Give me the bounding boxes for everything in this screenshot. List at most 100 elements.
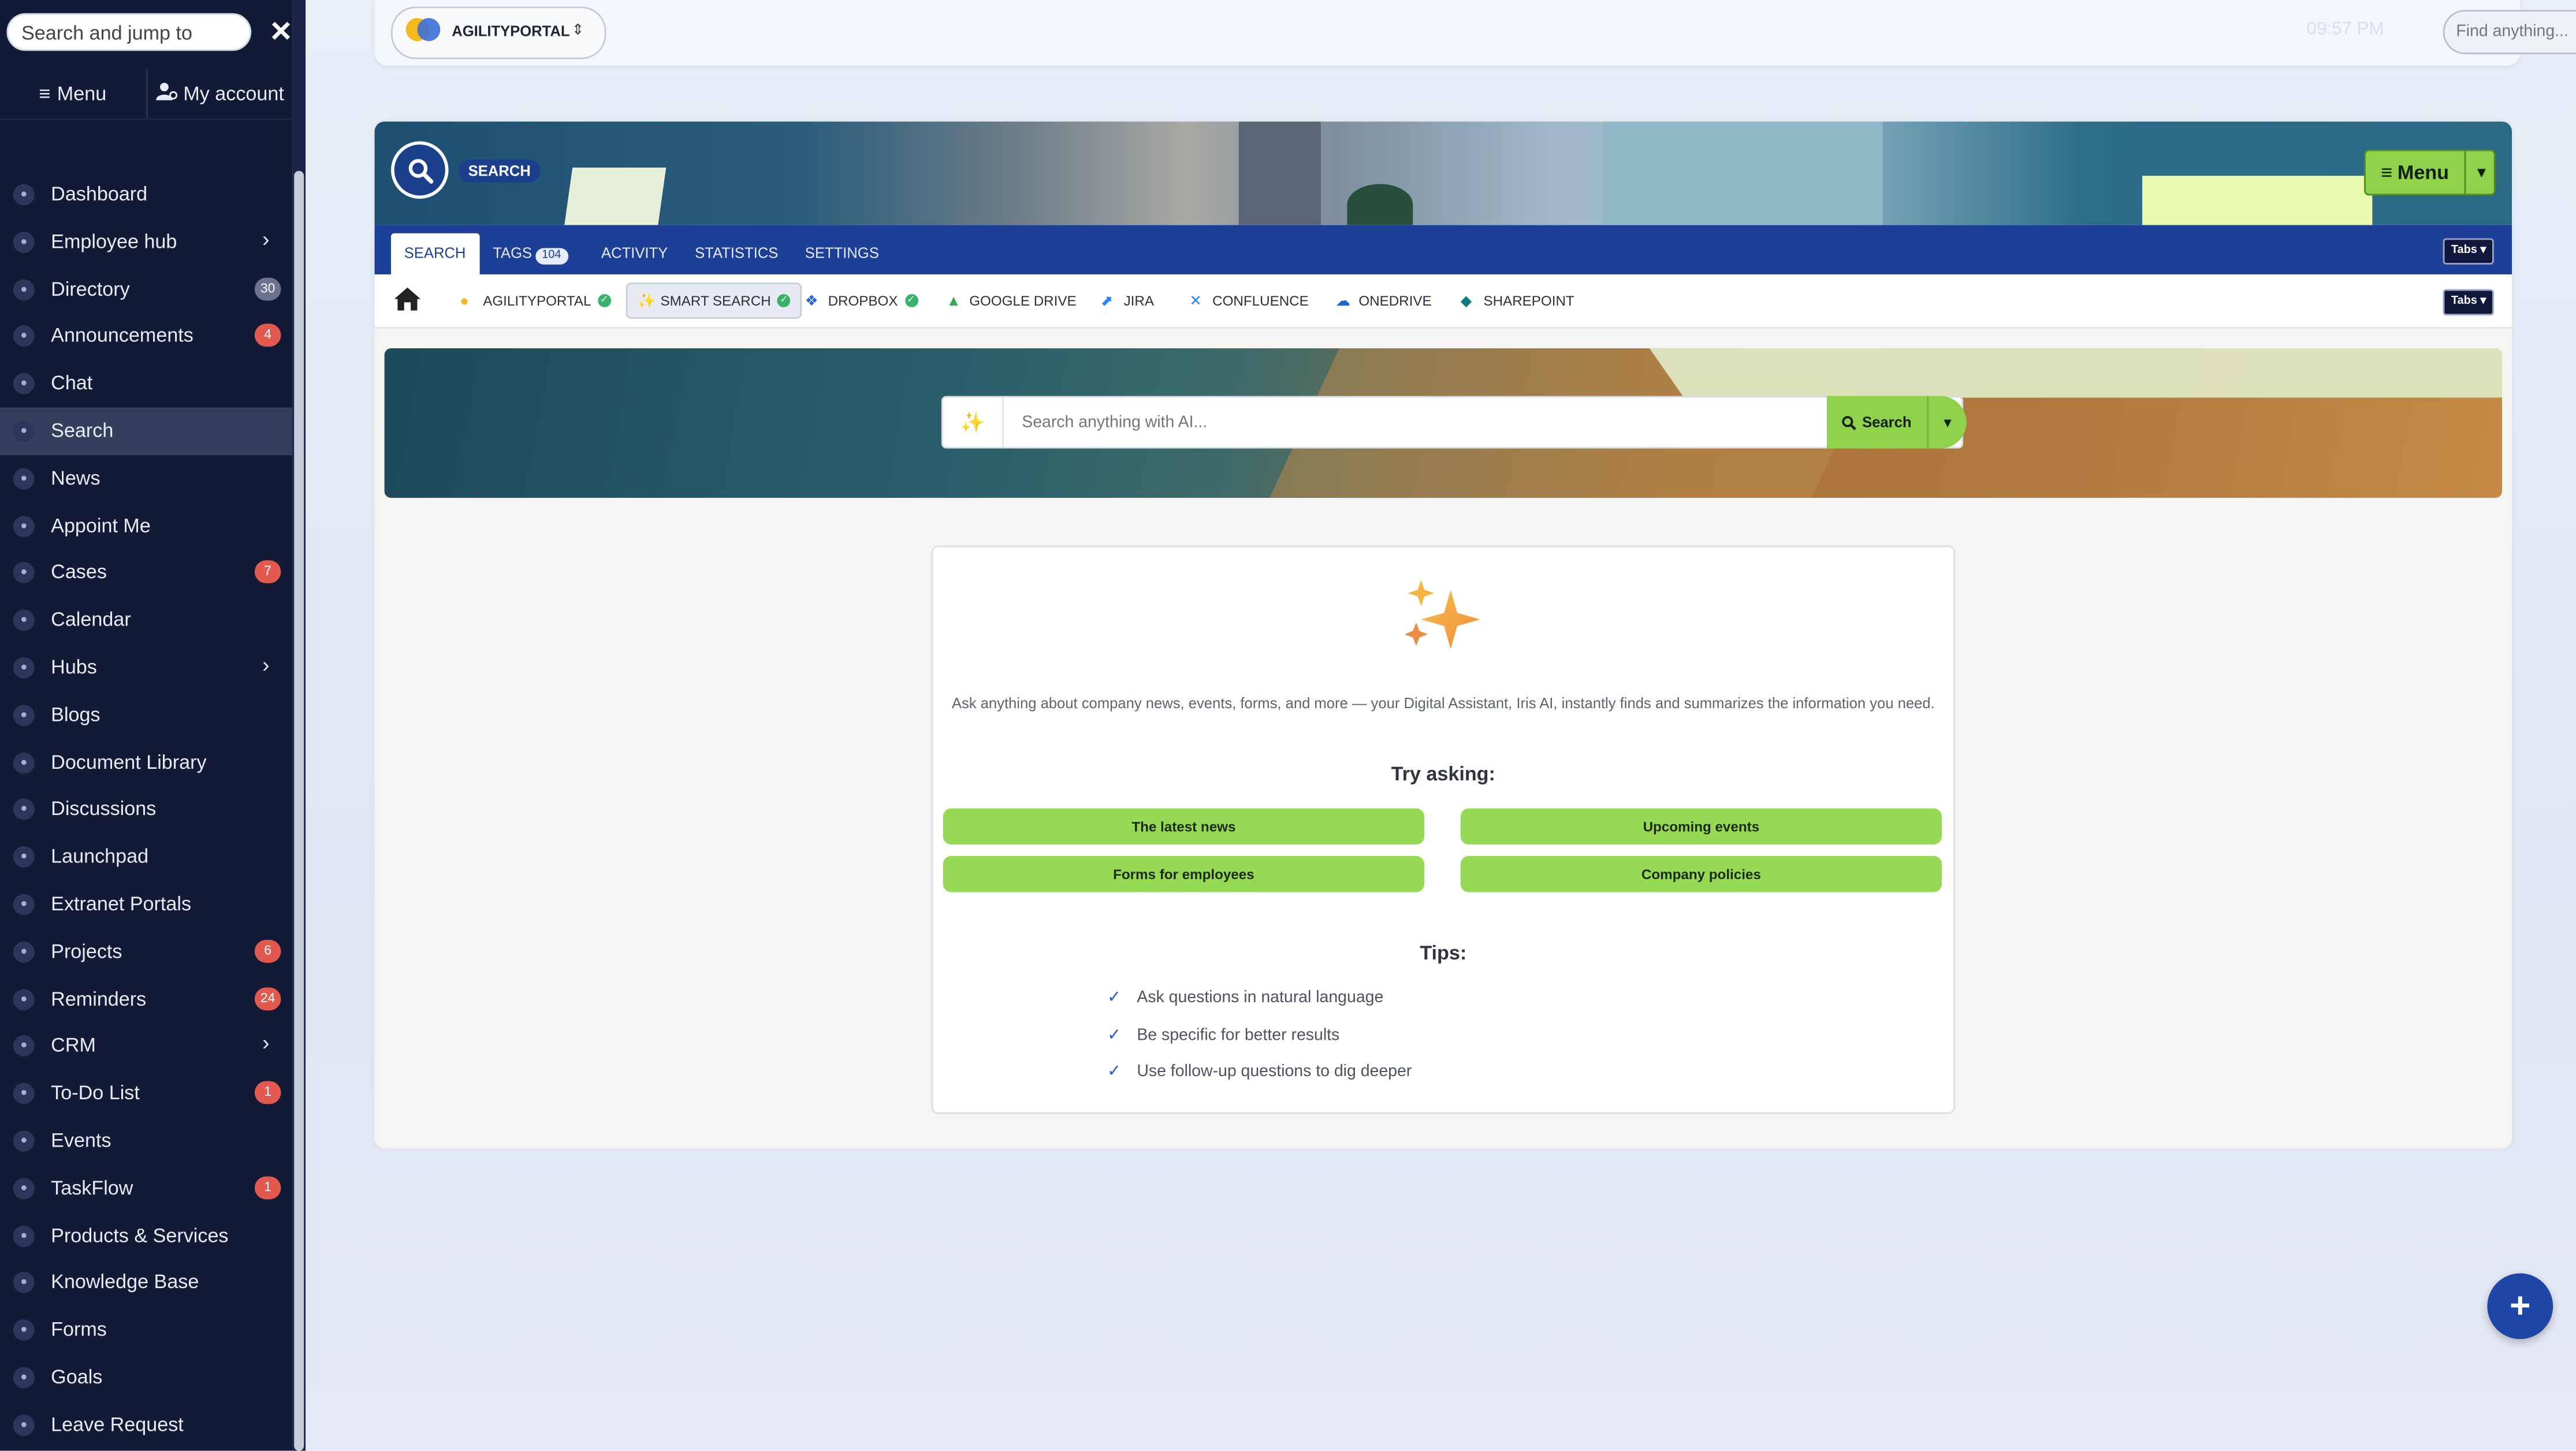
chevron-right-icon[interactable]: › bbox=[262, 1030, 269, 1055]
tab-tags[interactable]: TAGS 104 bbox=[480, 233, 581, 274]
sidebar-account-tab[interactable]: My account bbox=[145, 69, 293, 118]
sidebar-item-label: Events bbox=[51, 1128, 111, 1152]
count-badge: 30 bbox=[254, 277, 281, 300]
sidebar-item-extranet-portals[interactable]: ● Extranet Portals bbox=[0, 880, 292, 928]
source-smart-search[interactable]: ✨ SMART SEARCH ✓ bbox=[626, 282, 802, 319]
page-title: SEARCH bbox=[458, 159, 541, 183]
sidebar-item-crm[interactable]: ● CRM › bbox=[0, 1022, 292, 1070]
sidebar-item-taskflow[interactable]: ● TaskFlow 1 bbox=[0, 1164, 292, 1212]
sidebar-item-knowledge-base[interactable]: ● Knowledge Base bbox=[0, 1259, 292, 1307]
sources-tabs-dropdown[interactable]: Tabs ▾ bbox=[2443, 289, 2495, 316]
sidebar-item-search[interactable]: ● Search bbox=[0, 407, 293, 455]
ai-search-button[interactable]: Search bbox=[1826, 396, 1927, 449]
page-menu-main[interactable]: ≡ Menu bbox=[2366, 151, 2465, 194]
sidebar-item-news[interactable]: ● News bbox=[0, 455, 292, 502]
tip-text: Use follow-up questions to dig deeper bbox=[1137, 1063, 1412, 1081]
sidebar-item-cases[interactable]: ● Cases 7 bbox=[0, 549, 292, 597]
source-sharepoint[interactable]: ◆ SHAREPOINT bbox=[1451, 282, 1584, 319]
sidebar-scrollbar[interactable] bbox=[292, 0, 306, 1451]
tab-search[interactable]: SEARCH bbox=[390, 233, 479, 275]
chevron-right-icon[interactable]: › bbox=[262, 226, 269, 251]
count-badge: 24 bbox=[254, 987, 281, 1010]
global-search-input[interactable] bbox=[2444, 11, 2576, 53]
sidebar-item-label: To-Do List bbox=[51, 1081, 140, 1104]
sidebar-item-hubs[interactable]: ● Hubs › bbox=[0, 644, 292, 691]
sidebar-item-blogs[interactable]: ● Blogs bbox=[0, 691, 292, 739]
sidebar-item-forms[interactable]: ● Forms bbox=[0, 1307, 292, 1354]
count-badge: 4 bbox=[254, 324, 281, 348]
page-menu-button[interactable]: ≡ Menu ▼ bbox=[2364, 149, 2497, 196]
dropbox-icon: ❖ bbox=[805, 292, 818, 309]
source-jira[interactable]: ⬈ JIRA bbox=[1091, 282, 1164, 319]
sidebar-item-label: Discussions bbox=[51, 797, 157, 821]
tab-activity[interactable]: ACTIVITY bbox=[588, 233, 681, 274]
sidebar-item-events[interactable]: ● Events bbox=[0, 1117, 292, 1164]
source-confluence[interactable]: ✕ CONFLUENCE bbox=[1179, 282, 1319, 319]
suggestion-chip[interactable]: Upcoming events bbox=[1460, 808, 1942, 845]
sidebar-item-label: Hubs bbox=[51, 655, 97, 679]
sidebar-item-chat[interactable]: ● Chat bbox=[0, 360, 292, 407]
sidebar-item-goals[interactable]: ● Goals bbox=[0, 1354, 292, 1401]
workspace-switcher[interactable]: AGILITYPORTAL ⇕ bbox=[390, 6, 606, 59]
caret-down-icon[interactable]: ▼ bbox=[2464, 151, 2497, 194]
global-search bbox=[2443, 10, 2576, 54]
newspaper-icon: ● bbox=[13, 468, 35, 490]
brand-logo-icon bbox=[405, 18, 441, 42]
sidebar-item-dashboard[interactable]: ● Dashboard bbox=[0, 171, 292, 218]
app-stage: Search and jump to × ≡ Menu My account ●… bbox=[0, 0, 2576, 1451]
sidebar-item-products-services[interactable]: ● Products & Services bbox=[0, 1212, 292, 1259]
sidebar-item-calendar[interactable]: ● Calendar bbox=[0, 597, 292, 644]
source-label: CONFLUENCE bbox=[1212, 292, 1309, 309]
check-icon: ✓ bbox=[1107, 1063, 1121, 1081]
sidebar-item-label: Cases bbox=[51, 561, 107, 584]
sidebar-item-to-do-list[interactable]: ● To-Do List 1 bbox=[0, 1070, 292, 1117]
sidebar-item-launchpad[interactable]: ● Launchpad bbox=[0, 834, 292, 881]
address-book-icon: ● bbox=[13, 278, 35, 300]
source-google-drive[interactable]: ▲ GOOGLE DRIVE bbox=[936, 282, 1086, 319]
hamburger-icon: ≡ bbox=[2381, 161, 2393, 184]
agilityportal-logo-icon: ● bbox=[460, 292, 469, 309]
tab-label: SEARCH bbox=[404, 244, 466, 262]
sidebar-item-reminders[interactable]: ● Reminders 24 bbox=[0, 975, 292, 1022]
scrollbar-thumb[interactable] bbox=[294, 170, 304, 1451]
folder-icon: ● bbox=[13, 751, 35, 773]
sidebar-search-input[interactable]: Search and jump to bbox=[6, 13, 252, 51]
sidebar-menu-tab[interactable]: ≡ Menu bbox=[0, 69, 146, 118]
suggestion-chip[interactable]: Company policies bbox=[1460, 855, 1942, 892]
tabs-dropdown[interactable]: Tabs ▾ bbox=[2443, 238, 2495, 265]
tab-statistics[interactable]: STATISTICS bbox=[682, 233, 791, 274]
sidebar-nav: ● Dashboard ● Employee hub › ● Directory 30 ● Ann… bbox=[0, 171, 293, 1449]
sidebar-item-label: Projects bbox=[51, 939, 122, 963]
project-diagram-icon: ● bbox=[13, 941, 35, 963]
suggestion-chip[interactable]: The latest news bbox=[943, 808, 1425, 845]
brand-name: AGILITYPORTAL bbox=[452, 23, 570, 40]
sidebar-item-document-library[interactable]: ● Document Library bbox=[0, 739, 292, 786]
tab-settings[interactable]: SETTINGS bbox=[792, 233, 892, 274]
sidebar-item-discussions[interactable]: ● Discussions bbox=[0, 786, 292, 834]
sidebar-item-label: Blogs bbox=[51, 702, 100, 726]
plus-icon: + bbox=[2509, 1285, 2531, 1326]
add-button[interactable]: + bbox=[2487, 1273, 2553, 1340]
sidebar-item-leave-request[interactable]: ● Leave Request bbox=[0, 1401, 292, 1448]
sidebar-item-label: Employee hub bbox=[51, 229, 177, 253]
sidebar-item-label: Forms bbox=[51, 1318, 107, 1341]
sidebar-item-announcements[interactable]: ● Announcements 4 bbox=[0, 313, 292, 360]
sidebar-item-employee-hub[interactable]: ● Employee hub › bbox=[0, 218, 292, 266]
source-agilityportal[interactable]: ● AGILITYPORTAL ✓ bbox=[450, 282, 620, 319]
sidebar-account-label: My account bbox=[183, 82, 284, 106]
source-dropbox[interactable]: ❖ DROPBOX ✓ bbox=[795, 282, 928, 319]
ai-search-input[interactable] bbox=[1003, 397, 1862, 447]
megaphone-icon: ● bbox=[13, 326, 35, 348]
sidebar-item-appoint-me[interactable]: ● Appoint Me bbox=[0, 502, 292, 549]
suggestion-chip[interactable]: Forms for employees bbox=[943, 855, 1425, 892]
check-icon: ✓ bbox=[1107, 1026, 1121, 1046]
home-icon[interactable] bbox=[394, 287, 421, 319]
source-onedrive[interactable]: ☁ ONEDRIVE bbox=[1326, 282, 1441, 319]
sidebar-item-directory[interactable]: ● Directory 30 bbox=[0, 266, 292, 313]
sidebar-item-label: Knowledge Base bbox=[51, 1270, 199, 1294]
caret-down-icon[interactable]: ▼ bbox=[1927, 396, 1967, 449]
search-icon bbox=[390, 141, 449, 199]
chevron-right-icon[interactable]: › bbox=[262, 652, 269, 677]
top-bar: AGILITYPORTAL ⇕ 09:57 PM ≡ bbox=[374, 0, 2576, 66]
sidebar-item-projects[interactable]: ● Projects 6 bbox=[0, 928, 292, 975]
